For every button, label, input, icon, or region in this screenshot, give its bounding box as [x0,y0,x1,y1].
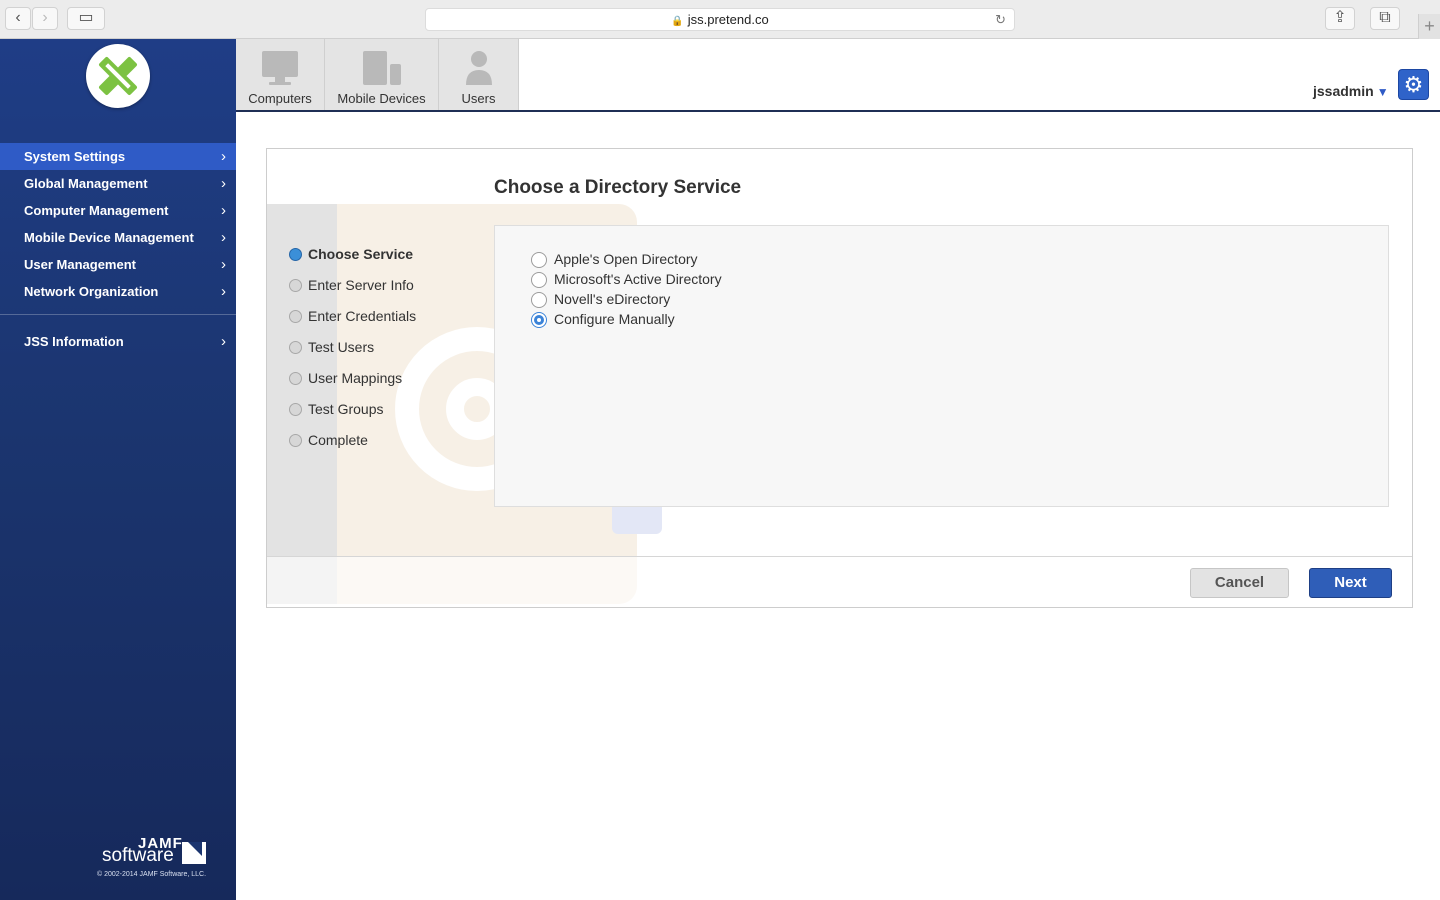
sidebar-item-label: Global Management [24,176,148,191]
mobile-devices-icon [362,51,401,85]
tab-users[interactable]: Users [439,39,519,110]
cancel-button[interactable]: Cancel [1190,568,1289,598]
tab-computers[interactable]: Computers [236,39,325,110]
sidebar-item-label: Mobile Device Management [24,230,194,245]
step-indicator-icon [289,279,302,292]
step-label: Enter Credentials [308,308,417,324]
directory-wizard-panel: Choose Service Enter Server Info Enter C… [266,148,1413,608]
sidebar-item-label: Computer Management [24,203,169,218]
chevron-right-icon: › [42,9,48,26]
radio-button-selected[interactable] [531,312,547,328]
tabs-button[interactable]: ⧉ [1370,7,1400,30]
step-label: Choose Service [308,246,414,262]
username: jssadmin [1313,83,1374,99]
step-label: Enter Server Info [308,277,414,293]
radio-button[interactable] [531,252,547,268]
caret-down-icon: ▼ [1376,85,1389,99]
settings-button[interactable]: ⚙ [1398,69,1429,100]
tab-label: Mobile Devices [337,91,426,106]
radio-button[interactable] [531,272,547,288]
next-button[interactable]: Next [1309,568,1392,598]
user-icon [465,51,492,85]
forward-button[interactable]: › [32,7,58,30]
step-complete: Complete [287,431,416,462]
wizard-steps: Choose Service Enter Server Info Enter C… [287,245,416,462]
step-active-indicator-icon [289,248,302,261]
brand-mark-icon [182,842,206,864]
address-bar[interactable]: 🔒 jss.pretend.co ↻ [425,8,1015,31]
sidebar-item-label: JSS Information [24,334,124,349]
step-indicator-icon [289,372,302,385]
share-icon: ⇪ [1333,9,1347,26]
brand-bottom-text: software [102,845,174,866]
chevron-right-icon: › [221,229,226,246]
option-label: Microsoft's Active Directory [554,271,722,287]
sidebar-nav: System Settings › Global Management › Comp… [0,143,236,305]
sidebar-item-label: Network Organization [24,284,159,299]
step-label: Test Users [308,339,375,355]
chevron-left-icon: ‹ [15,9,21,26]
option-label: Novell's eDirectory [554,291,671,307]
radio-button[interactable] [531,292,547,308]
sidebar-info-section: JSS Information › [0,328,236,355]
browser-toolbar: ‹ › ▭ 🔒 jss.pretend.co ↻ ⇪ ⧉ + [0,0,1440,39]
sidebar-item-network-organization[interactable]: Network Organization › [0,278,236,305]
sidebar-item-user-management[interactable]: User Management › [0,251,236,278]
sidebar-toggle-button[interactable]: ▭ [67,7,105,30]
jamf-logo[interactable] [86,44,150,108]
step-indicator-icon [289,403,302,416]
option-label: Configure Manually [554,311,675,327]
chevron-right-icon: › [221,175,226,192]
step-test-users: Test Users [287,338,416,369]
page-title: Choose a Directory Service [494,177,742,198]
tabs-icon: ⧉ [1379,9,1391,26]
chevron-right-icon: › [221,333,226,350]
lock-icon: 🔒 [671,16,684,27]
back-button[interactable]: ‹ [5,7,31,30]
chevron-right-icon: › [221,283,226,300]
step-choose-service: Choose Service [287,245,416,276]
directory-options: Apple's Open Directory Microsoft's Activ… [494,225,1389,507]
sidebar-item-mobile-device-management[interactable]: Mobile Device Management › [0,224,236,251]
sidebar-divider [0,314,236,315]
step-label: Complete [308,432,368,448]
step-indicator-icon [289,310,302,323]
logo-icon [99,57,137,95]
computer-icon [262,51,298,85]
sidebar-icon: ▭ [78,9,94,26]
step-label: User Mappings [308,370,403,386]
step-indicator-icon [289,434,302,447]
share-button[interactable]: ⇪ [1325,7,1355,30]
sidebar-item-system-settings[interactable]: System Settings › [0,143,236,170]
option-label: Apple's Open Directory [554,251,698,267]
plus-icon: + [1424,16,1435,36]
sidebar-item-label: User Management [24,257,136,272]
reload-icon[interactable]: ↻ [995,9,1006,30]
copyright-text: © 2002-2014 JAMF Software, LLC. [97,871,207,878]
sidebar-item-computer-management[interactable]: Computer Management › [0,197,236,224]
step-test-groups: Test Groups [287,400,416,431]
wizard-footer: Cancel Next [267,556,1412,607]
step-user-mappings: User Mappings [287,369,416,400]
tab-mobile-devices[interactable]: Mobile Devices [325,39,439,110]
new-tab-button[interactable]: + [1418,14,1440,39]
step-enter-credentials: Enter Credentials [287,307,416,338]
url-text: jss.pretend.co [687,12,769,27]
tab-label: Computers [248,91,312,106]
step-indicator-icon [289,341,302,354]
chevron-right-icon: › [221,202,226,219]
step-enter-server-info: Enter Server Info [287,276,416,307]
user-menu[interactable]: jssadmin ▼ [1313,83,1389,99]
gear-icon: ⚙ [1403,72,1424,97]
sidebar: System Settings › Global Management › Comp… [0,39,236,900]
tab-label: Users [461,91,496,106]
sidebar-item-global-management[interactable]: Global Management › [0,170,236,197]
step-label: Test Groups [308,401,384,417]
top-tab-bar: Computers Mobile Devices Users jssadmin ▼… [236,39,1440,112]
chevron-right-icon: › [221,256,226,273]
sidebar-item-jss-information[interactable]: JSS Information › [0,328,236,355]
chevron-right-icon: › [221,148,226,165]
sidebar-item-label: System Settings [24,149,126,164]
